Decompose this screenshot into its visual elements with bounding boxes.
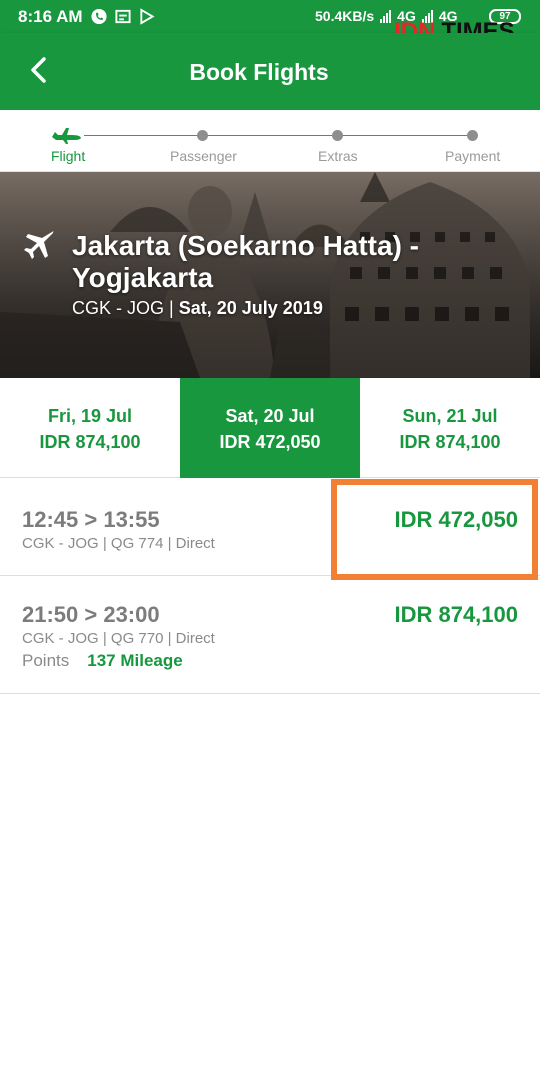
date-tab-next[interactable]: Sun, 21 Jul IDR 874,100 <box>360 378 540 478</box>
points-label: Points <box>22 651 70 670</box>
status-time: 8:16 AM <box>18 7 83 26</box>
route-date: Sat, 20 July 2019 <box>178 298 323 318</box>
step-label-extras: Extras <box>318 148 358 164</box>
route-subtitle: CGK - JOG | Sat, 20 July 2019 <box>72 298 323 319</box>
notification-icons <box>90 7 156 25</box>
flight-time: 21:50 > 23:00 <box>22 602 160 627</box>
step-connector <box>208 135 332 136</box>
points-value: 137 Mileage <box>87 651 183 670</box>
play-store-icon <box>140 7 155 25</box>
airplane-icon <box>24 231 54 259</box>
step-label-passenger: Passenger <box>170 148 237 164</box>
route-title: Jakarta (Soekarno Hatta) - Yogjakarta <box>72 230 420 293</box>
flight-details: CGK - JOG | QG 770 | Direct <box>22 630 215 647</box>
route-hero-banner: Jakarta (Soekarno Hatta) - Yogjakarta CG… <box>0 172 540 378</box>
network-speed: 50.4KB/s <box>315 8 375 24</box>
calendar-icon <box>115 9 131 23</box>
flight-points: Points 137 Mileage <box>22 651 183 671</box>
step-connector <box>343 135 467 136</box>
date-tab-selected[interactable]: Sat, 20 Jul IDR 472,050 <box>180 378 360 478</box>
signal-icon <box>380 9 392 23</box>
flight-price: IDR 472,050 <box>394 507 518 532</box>
date-tab-price: IDR 874,100 <box>39 432 141 452</box>
app-bar: Book Flights <box>0 33 540 110</box>
step-dot-passenger <box>197 130 208 141</box>
flight-details: CGK - JOG | QG 774 | Direct <box>22 535 215 552</box>
page-title: Book Flights <box>189 59 329 85</box>
date-tab-date: Sun, 21 Jul <box>402 406 498 426</box>
date-tab-price: IDR 472,050 <box>219 432 321 452</box>
date-tab-date: Sat, 20 Jul <box>225 406 315 426</box>
airplane-step-icon <box>52 128 81 144</box>
date-tab-prev[interactable]: Fri, 19 Jul IDR 874,100 <box>0 378 180 478</box>
flight-option[interactable]: 12:45 > 13:55 CGK - JOG | QG 774 | Direc… <box>0 479 540 576</box>
date-tab-price: IDR 874,100 <box>399 432 501 452</box>
flight-time: 12:45 > 13:55 <box>22 507 160 532</box>
flight-price: IDR 874,100 <box>394 602 518 627</box>
booking-progress-stepper: Flight Passenger Extras Payment <box>0 110 540 172</box>
step-connector <box>84 135 202 136</box>
phone-icon <box>91 8 107 24</box>
step-dot-extras <box>332 130 343 141</box>
flight-option[interactable]: 21:50 > 23:00 CGK - JOG | QG 770 | Direc… <box>0 576 540 694</box>
step-label-payment: Payment <box>445 148 501 164</box>
step-label-flight: Flight <box>51 148 86 164</box>
step-dot-payment <box>467 130 478 141</box>
route-codes: CGK - JOG <box>72 298 165 318</box>
route-separator: | <box>169 298 174 318</box>
date-selector: Fri, 19 Jul IDR 874,100 Sat, 20 Jul IDR … <box>0 378 540 478</box>
date-tab-date: Fri, 19 Jul <box>47 406 133 426</box>
